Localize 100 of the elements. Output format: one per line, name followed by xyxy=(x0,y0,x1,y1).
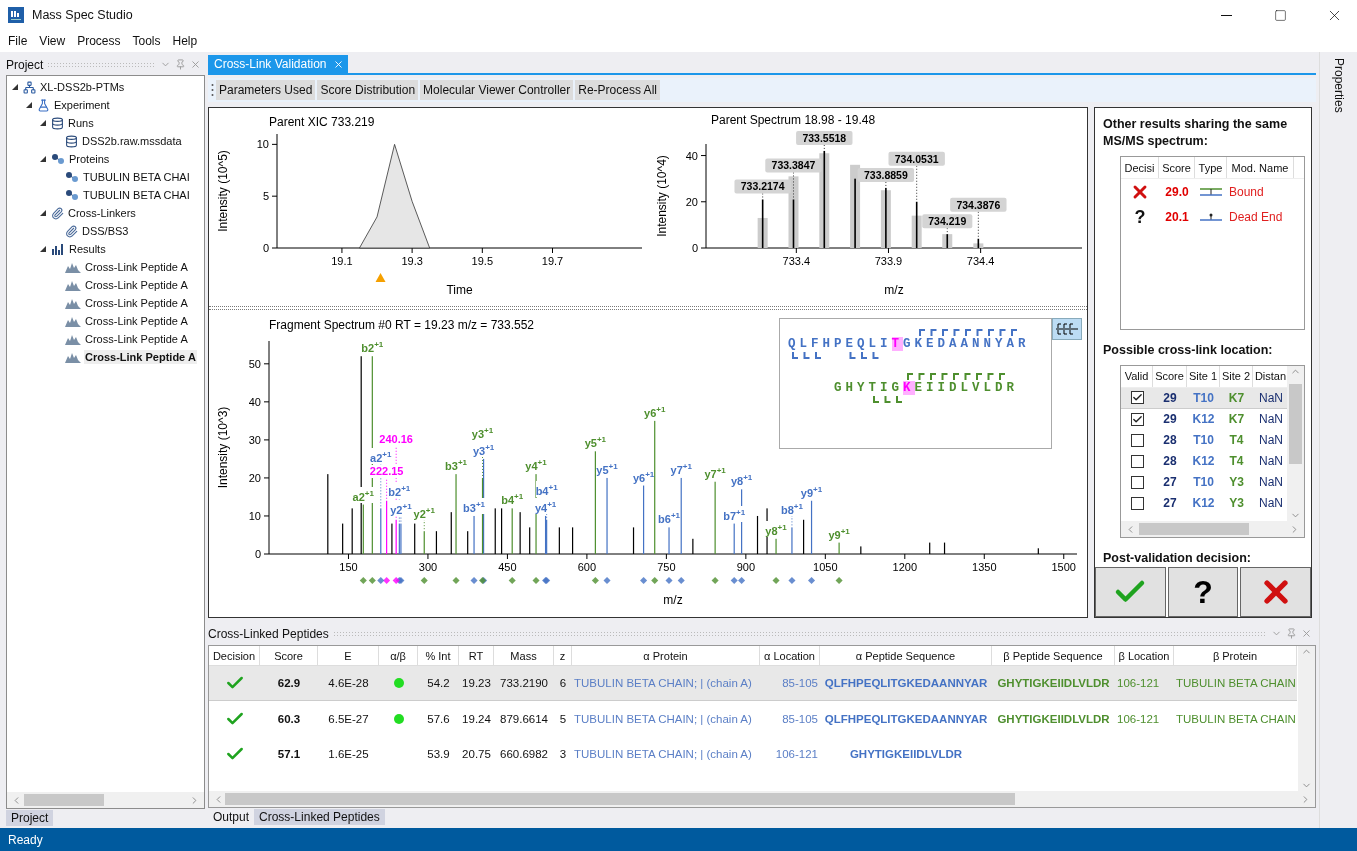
column-header[interactable]: β Location xyxy=(1115,646,1174,665)
app-logo-icon xyxy=(8,7,24,23)
expand-arrow-icon[interactable] xyxy=(39,119,47,127)
window-title: Mass Spec Studio xyxy=(32,8,134,22)
checkbox[interactable] xyxy=(1130,391,1144,405)
tree-item[interactable]: DSS2b.raw.mssdata xyxy=(81,134,183,148)
column-header[interactable]: Mod. Name xyxy=(1227,157,1294,178)
tick-label: 450 xyxy=(498,561,517,573)
fragment-view-toggle-button[interactable] xyxy=(1052,318,1082,340)
tree-item[interactable]: Cross-Link Peptide A xyxy=(84,350,197,364)
checkbox[interactable] xyxy=(1130,475,1144,489)
panel-tab[interactable]: Cross-Linked Peptides xyxy=(254,809,385,825)
checkbox[interactable] xyxy=(1130,496,1144,510)
toolbar-button[interactable]: Molecular Viewer Controller xyxy=(420,80,574,100)
toolbar-button[interactable]: Re-Process All xyxy=(575,80,660,100)
column-header[interactable]: Type xyxy=(1195,157,1227,178)
column-header[interactable]: Score xyxy=(260,646,318,665)
tree-item[interactable]: Cross-Link Peptide A xyxy=(84,260,189,274)
side-tab[interactable]: Properties xyxy=(1331,56,1346,115)
close-icon[interactable] xyxy=(190,59,201,70)
table-cell-text: Y3 xyxy=(1228,496,1245,511)
tick-label: 1350 xyxy=(972,561,997,573)
close-icon[interactable] xyxy=(332,58,344,70)
expand-arrow-icon[interactable] xyxy=(11,83,19,91)
column-header[interactable]: α/β xyxy=(379,646,418,665)
panel-tab[interactable]: Output xyxy=(208,809,255,825)
leader-line xyxy=(946,227,948,235)
menu-item[interactable]: File xyxy=(2,34,34,48)
column-header[interactable]: Valid xyxy=(1121,365,1153,387)
column-header[interactable]: Score xyxy=(1153,365,1187,387)
leader-line xyxy=(885,181,887,189)
expand-arrow-icon[interactable] xyxy=(39,245,47,253)
table-cell-text: GHYTIGKEIIDLVLDR xyxy=(996,677,1111,689)
table-cell-text: TUBULIN BETA CHAIN; | (chain A) xyxy=(573,747,753,760)
column-header[interactable]: β Peptide Sequence xyxy=(992,646,1115,665)
column-header[interactable]: Decision xyxy=(209,646,260,665)
tree-item[interactable]: Cross-Link Peptide A xyxy=(84,278,189,292)
ion-label: y4$^{+1}$ xyxy=(534,497,557,514)
decision-button[interactable] xyxy=(1095,567,1166,617)
horizontal-scrollbar[interactable] xyxy=(1121,521,1304,538)
column-header[interactable]: Site 2 xyxy=(1220,365,1253,387)
close-icon[interactable] xyxy=(1301,628,1312,639)
tick-label: 10 xyxy=(248,509,261,522)
menu-item[interactable]: Help xyxy=(166,34,204,48)
tick-label: 19.5 xyxy=(471,255,493,267)
tree-item[interactable]: Experiment xyxy=(53,98,111,112)
toolbar-button[interactable]: Parameters Used xyxy=(216,80,316,100)
tree-item[interactable]: Results xyxy=(68,242,107,256)
menu-item[interactable]: View xyxy=(33,34,72,48)
menu-item[interactable]: Tools xyxy=(126,34,167,48)
tree-item[interactable]: Cross-Link Peptide A xyxy=(84,314,189,328)
horizontal-scrollbar[interactable] xyxy=(7,792,204,808)
expand-arrow-icon[interactable] xyxy=(25,101,33,109)
pin-icon[interactable] xyxy=(175,59,186,70)
leader-line xyxy=(762,192,764,200)
tree-item[interactable]: XL-DSS2b-PTMs xyxy=(39,80,126,94)
column-header[interactable]: α Peptide Sequence xyxy=(820,646,992,665)
column-header[interactable]: β Protein xyxy=(1174,646,1297,665)
fragment-coverage-drawing xyxy=(872,396,903,403)
tree-item[interactable]: TUBULIN BETA CHAI xyxy=(82,170,191,184)
column-header[interactable]: Score xyxy=(1159,157,1195,178)
expand-arrow-icon[interactable] xyxy=(39,155,47,163)
column-header[interactable]: Mass xyxy=(494,646,554,665)
horizontal-scrollbar[interactable] xyxy=(209,791,1315,807)
toolbar-button[interactable]: Score Distribution xyxy=(317,80,419,100)
spectrum-peak xyxy=(435,531,438,554)
expand-arrow-icon[interactable] xyxy=(39,209,47,217)
column-header[interactable]: Site 1 xyxy=(1187,365,1220,387)
tick-label: 5 xyxy=(262,190,269,203)
column-header[interactable]: Decisi xyxy=(1121,157,1159,178)
spectrum-peak xyxy=(756,515,759,554)
peak-label: 733.2174 xyxy=(734,179,791,194)
column-header[interactable]: E xyxy=(318,646,379,665)
decision-button[interactable] xyxy=(1240,567,1311,617)
tree-item[interactable]: Cross-Linkers xyxy=(67,206,137,220)
column-header[interactable]: z xyxy=(554,646,572,665)
menu-item[interactable]: Process xyxy=(71,34,127,48)
paperclip-icon xyxy=(65,224,78,238)
tree-item[interactable]: Cross-Link Peptide A xyxy=(84,296,189,310)
tree-item[interactable]: TUBULIN BETA CHAI xyxy=(82,188,191,202)
tick-label: 20 xyxy=(685,195,698,208)
column-header[interactable]: α Location xyxy=(760,646,820,665)
table-cell-text: 660.6982 xyxy=(499,747,549,760)
panel-tab[interactable]: Project xyxy=(6,810,54,826)
vertical-scrollbar[interactable] xyxy=(1298,646,1315,791)
column-header[interactable]: % Int xyxy=(418,646,459,665)
leader-line xyxy=(977,211,979,240)
checkbox[interactable] xyxy=(1130,433,1144,447)
column-header[interactable]: α Protein xyxy=(572,646,760,665)
tree-item[interactable]: Runs xyxy=(67,116,95,130)
tree-item[interactable]: Proteins xyxy=(68,152,111,166)
checkbox[interactable] xyxy=(1130,454,1144,468)
tree-item[interactable]: Cross-Link Peptide A xyxy=(84,332,189,346)
decision-button[interactable]: ? xyxy=(1167,567,1239,617)
column-header[interactable]: RT xyxy=(459,646,494,665)
vertical-scrollbar[interactable] xyxy=(1287,365,1304,522)
tick-label: 40 xyxy=(248,395,261,408)
checkbox[interactable] xyxy=(1130,412,1144,426)
pin-icon[interactable] xyxy=(1286,628,1297,639)
tree-item[interactable]: DSS/BS3 xyxy=(81,224,130,238)
